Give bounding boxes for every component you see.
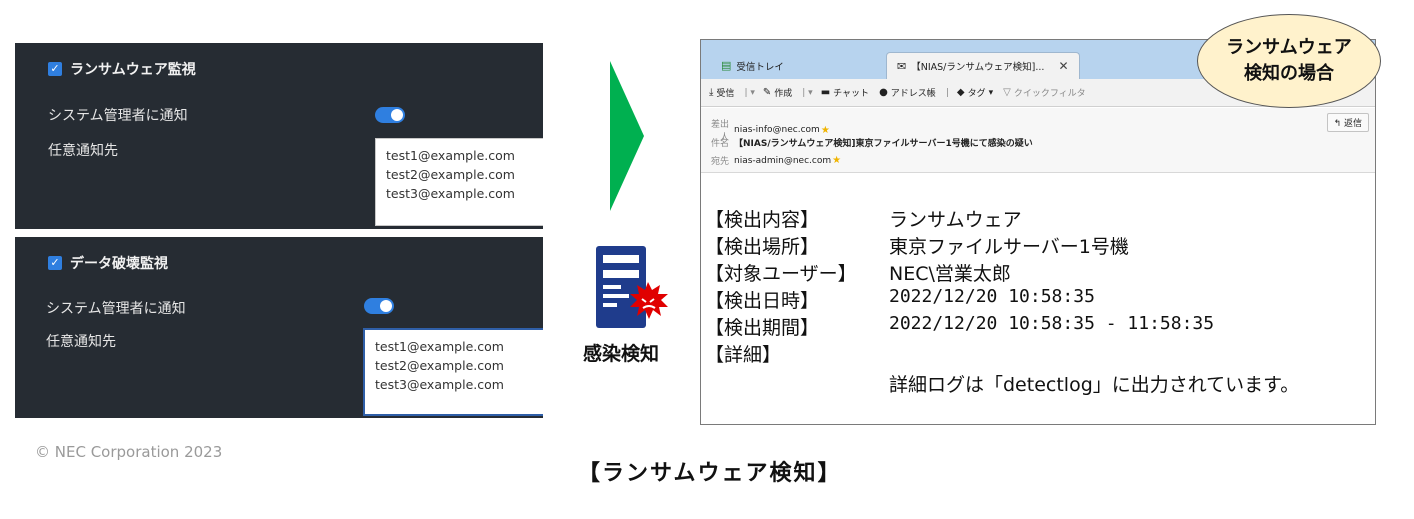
body-key: 【検出期間】 — [705, 317, 820, 339]
person-icon: ● — [879, 87, 888, 98]
from-address[interactable]: nias-info@nec.com — [734, 125, 820, 135]
address-book-label: アドレス帳 — [890, 89, 936, 99]
filter-icon: ▽ — [1003, 87, 1011, 98]
data-destruction-monitor-title: データ破壊監視 — [70, 256, 168, 272]
body-key: 【詳細】 — [705, 344, 782, 366]
body-row: 【検出日時】 2022/12/20 10:58:35 — [705, 286, 1095, 313]
tag-button[interactable]: ◆ タグ ▾ — [957, 86, 993, 99]
tab-inbox[interactable]: ▤ 受信トレイ — [721, 52, 784, 79]
to-row: 宛先 nias-admin@nec.com ★ — [707, 154, 841, 167]
recipients-label: 任意通知先 — [46, 334, 116, 350]
envelope-icon: ✉ — [897, 59, 907, 73]
body-row: 【詳細】 — [705, 340, 781, 367]
body-value: ランサムウェア — [889, 209, 1022, 231]
detail-log-text: 詳細ログは「detectlog」に出力されています。 — [889, 374, 1300, 396]
to-label: 宛先 — [710, 157, 729, 167]
body-key: 【検出場所】 — [705, 236, 820, 258]
infection-detected-label: 感染検知 — [583, 343, 660, 365]
chevron-down-icon[interactable]: | ▾ — [744, 88, 754, 98]
message-headers: 差出人 nias-info@nec.com ★ 件名 【NIAS/ランサムウェア… — [701, 108, 1375, 173]
body-row: 【検出場所】 東京ファイルサーバー1号機 — [705, 232, 1129, 259]
body-value: 2022/12/20 10:58:35 - 11:58:35 — [889, 313, 1215, 334]
recipients-textarea[interactable]: test1@example.com test2@example.com test… — [375, 138, 543, 226]
notify-admin-toggle[interactable] — [364, 298, 394, 314]
body-row: 【検出内容】 ランサムウェア — [705, 205, 1022, 232]
tab-message-label: 【NIAS/ランサムウェア検知]... — [911, 62, 1045, 73]
reply-label: 返信 — [1343, 119, 1362, 129]
toolbar-divider: | — [945, 87, 949, 98]
quick-filter-label: クイックフィルタ — [1013, 89, 1086, 99]
chevron-down-icon: ▾ — [988, 87, 994, 98]
ransomware-monitor-title: ランサムウェア監視 — [70, 62, 196, 78]
chevron-down-icon[interactable]: | ▾ — [802, 88, 812, 98]
notify-admin-label: システム管理者に通知 — [46, 301, 186, 317]
subject-text: 【NIAS/ランサムウェア検知]東京ファイルサーバー1号機にて感染の疑い — [734, 139, 1033, 149]
recipient-email: test2@example.com — [386, 167, 515, 182]
chat-label: チャット — [833, 89, 870, 99]
address-book-button[interactable]: ● アドレス帳 — [879, 86, 936, 99]
infected-document-icon — [596, 246, 668, 328]
tag-icon: ◆ — [956, 87, 965, 98]
recipient-email: test2@example.com — [375, 358, 504, 373]
recipients-label: 任意通知先 — [48, 143, 118, 159]
download-icon: ⤓ — [709, 87, 714, 98]
tab-inbox-label: 受信トレイ — [736, 61, 784, 73]
get-mail-button[interactable]: ⤓ 受信 — [709, 86, 734, 99]
callout-bubble: ランサムウェア 検知の場合 — [1197, 14, 1381, 108]
right-arrow-icon — [610, 61, 644, 211]
figure-caption: 【ランサムウェア検知】 — [578, 461, 842, 486]
body-row: 【対象ユーザー】 NEC\営業太郎 — [705, 259, 1011, 286]
quick-filter-button[interactable]: ▽ クイックフィルタ — [1003, 86, 1086, 99]
reply-icon: ↰ — [1333, 119, 1342, 129]
recipients-textarea[interactable]: test1@example.com test2@example.com test… — [363, 328, 543, 416]
ransomware-monitor-panel: ✓ ランサムウェア監視 システム管理者に通知 任意通知先 test1@examp… — [15, 43, 543, 229]
body-value: 東京ファイルサーバー1号機 — [889, 236, 1129, 258]
tag-label: タグ — [967, 89, 986, 99]
body-row: 【検出期間】 2022/12/20 10:58:35 - 11:58:35 — [705, 313, 1214, 340]
data-destruction-monitor-header[interactable]: ✓ データ破壊監視 — [48, 253, 168, 273]
to-address[interactable]: nias-admin@nec.com — [734, 156, 831, 166]
copyright-text: © NEC Corporation 2023 — [35, 443, 223, 461]
body-key: 【対象ユーザー】 — [705, 263, 857, 285]
callout-line-2: 検知の場合 — [1244, 63, 1334, 84]
recipient-email: test3@example.com — [375, 377, 504, 392]
recipient-email: test1@example.com — [375, 339, 504, 354]
get-mail-label: 受信 — [716, 89, 735, 99]
close-icon[interactable]: ✕ — [1058, 59, 1068, 73]
notify-admin-toggle[interactable] — [375, 107, 405, 123]
tab-message[interactable]: ✉ 【NIAS/ランサムウェア検知]... ✕ — [886, 52, 1080, 79]
pencil-icon: ✎ — [762, 87, 772, 98]
body-value: NEC\営業太郎 — [889, 263, 1011, 285]
ransomware-monitor-checkbox[interactable]: ✓ — [48, 62, 62, 76]
subject-label: 件名 — [710, 139, 729, 149]
ransomware-monitor-header[interactable]: ✓ ランサムウェア監視 — [48, 59, 196, 79]
data-destruction-monitor-panel: ✓ データ破壊監視 システム管理者に通知 任意通知先 test1@example… — [15, 237, 543, 418]
chat-button[interactable]: ▬ チャット — [821, 86, 869, 99]
compose-button[interactable]: ✎ 作成 — [763, 86, 792, 99]
body-key: 【検出日時】 — [705, 290, 820, 312]
chat-icon: ▬ — [820, 87, 831, 98]
body-value: 2022/12/20 10:58:35 — [889, 286, 1095, 307]
recipient-email: test3@example.com — [386, 186, 515, 201]
notify-admin-label: システム管理者に通知 — [48, 108, 188, 124]
reply-button[interactable]: ↰ 返信 — [1326, 113, 1369, 132]
subject-row: 件名 【NIAS/ランサムウェア検知]東京ファイルサーバー1号機にて感染の疑い — [707, 136, 1033, 149]
body-key: 【検出内容】 — [705, 209, 820, 231]
star-icon[interactable]: ★ — [821, 125, 830, 136]
compose-label: 作成 — [774, 89, 793, 99]
data-destruction-monitor-checkbox[interactable]: ✓ — [48, 256, 62, 270]
star-icon[interactable]: ★ — [832, 155, 841, 166]
inbox-icon: ▤ — [721, 59, 732, 72]
callout-line-1: ランサムウェア — [1226, 37, 1352, 58]
recipient-email: test1@example.com — [386, 148, 515, 163]
